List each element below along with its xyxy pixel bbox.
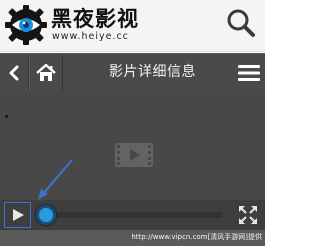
search-icon [227,9,255,37]
logo-url: www.heiye.cc [52,31,129,42]
chevron-left-icon [9,65,19,80]
progress-bar[interactable] [37,212,223,218]
back-button[interactable] [0,54,29,91]
logo-title: 黑夜影视 [51,7,139,31]
film-icon [115,143,153,167]
annotation-arrow-icon [38,159,73,200]
play-button[interactable] [4,202,31,228]
play-icon [12,209,24,221]
search-button[interactable] [222,6,260,40]
home-button[interactable] [29,54,63,91]
fullscreen-icon [239,206,257,224]
home-icon [36,63,56,81]
menu-button[interactable] [232,54,265,91]
site-header: 黑夜影视 www.heiye.cc [0,0,265,52]
player-footer: http://www.vipcn.com[清风手游网]提供 [0,230,265,246]
video-player[interactable]: http://www.vipcn.com[清风手游网]提供 [0,91,265,246]
eye-gear-logo-icon [5,5,47,45]
video-artifact-dot [5,115,8,118]
nav-bar: 影片详细信息 [0,53,265,91]
watermark: http://www.vipcn.com[清风手游网]提供 [131,233,262,241]
fullscreen-button[interactable] [238,205,258,225]
hamburger-menu-icon [237,64,260,81]
progress-knob[interactable] [36,205,56,225]
player-controls [0,200,265,230]
site-logo[interactable]: 黑夜影视 www.heiye.cc [5,5,153,45]
page-title: 影片详细信息 [109,64,196,80]
video-area[interactable] [0,91,265,200]
